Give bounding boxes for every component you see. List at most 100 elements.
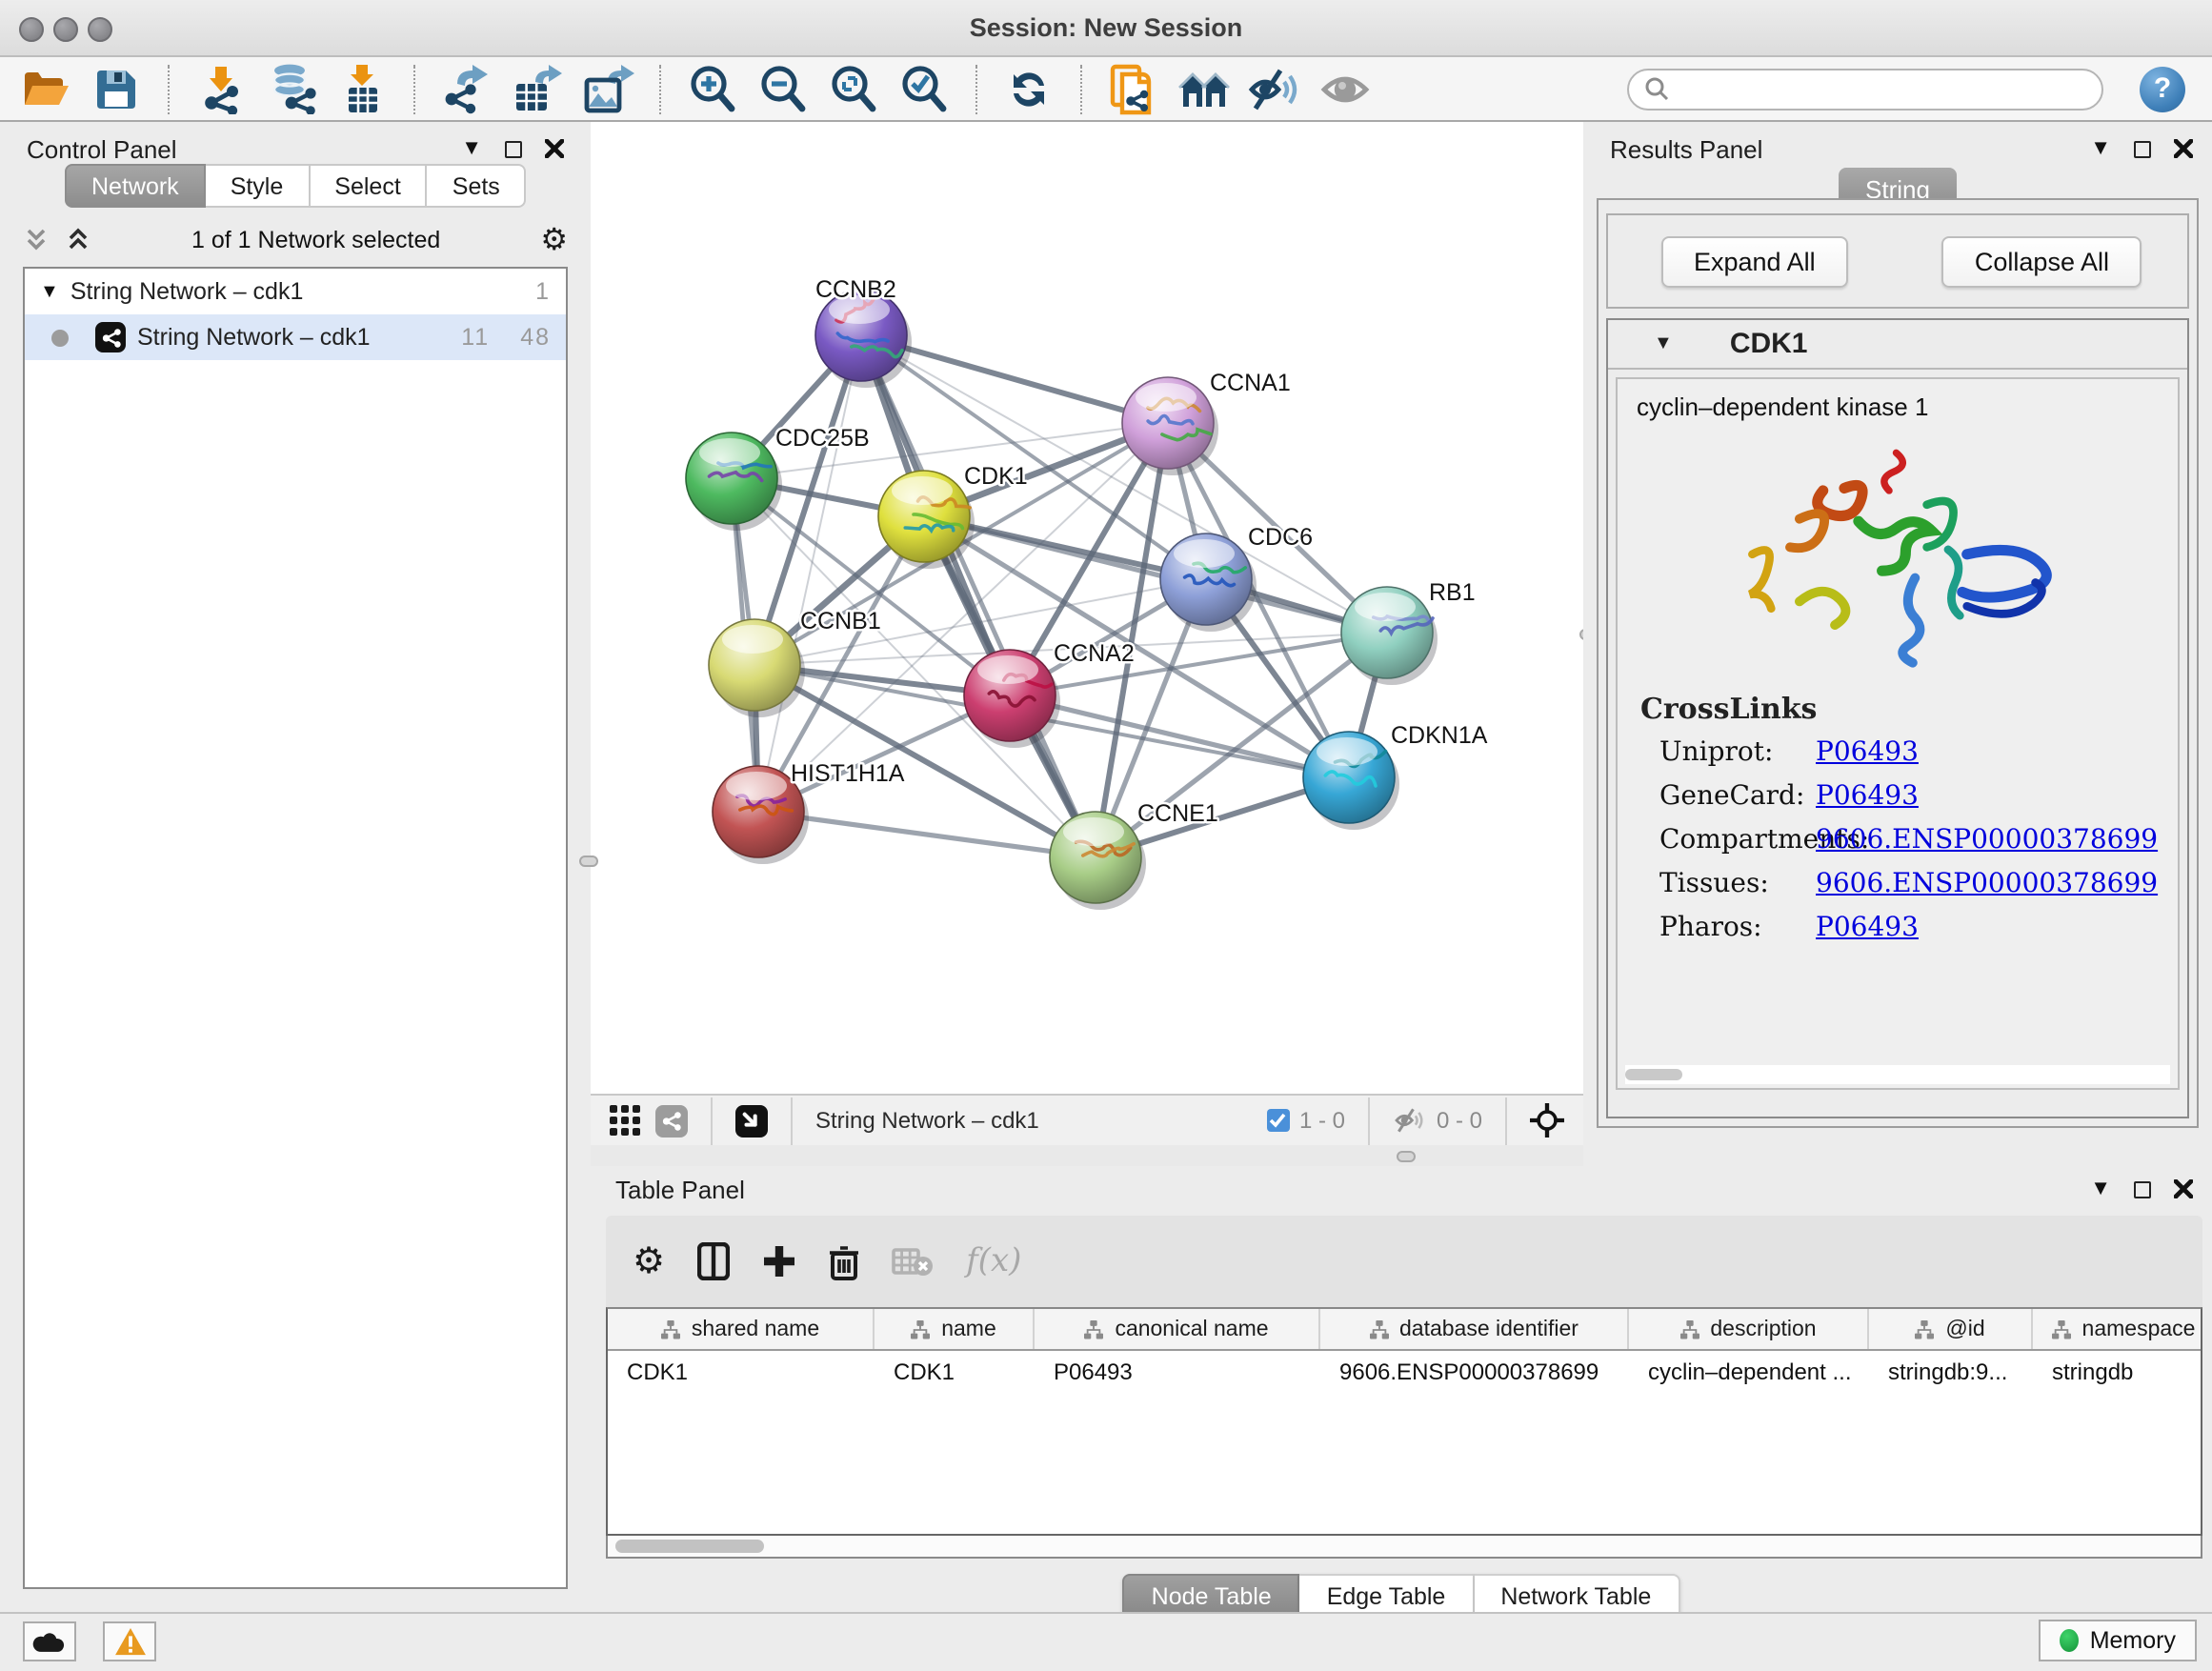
main-toolbar: ?: [0, 57, 2212, 122]
crosslink-row: Pharos:P06493: [1640, 913, 2178, 943]
node-CCNB1[interactable]: CCNB1: [709, 608, 881, 717]
node-count: 11: [461, 324, 490, 351]
hide-glass-button[interactable]: [1248, 62, 1301, 115]
open-session-button[interactable]: [19, 62, 72, 115]
left-splitter-handle[interactable]: [579, 856, 598, 867]
network-collection-row[interactable]: ▼ String Network – cdk1 1: [25, 269, 566, 314]
delete-table-icon[interactable]: [892, 1246, 934, 1277]
network-view-toolbar: String Network – cdk1 1 - 0 0 - 0: [591, 1094, 1583, 1145]
results-panel: Results Panel ▼ String Expand All Collap…: [1583, 122, 2212, 1166]
collapse-all-button[interactable]: Collapse All: [1942, 236, 2142, 288]
close-panel-icon[interactable]: [2174, 1179, 2193, 1198]
zoom-in-button[interactable]: [686, 62, 739, 115]
function-builder-button[interactable]: f(x): [966, 1242, 1021, 1280]
expand-all-button[interactable]: Expand All: [1661, 236, 1848, 288]
help-button[interactable]: ?: [2140, 66, 2185, 111]
collapse-arrow-icon[interactable]: ▼: [40, 281, 59, 302]
column-header-@id[interactable]: @id: [1869, 1309, 2033, 1349]
panel-menu-icon[interactable]: ▼: [461, 137, 482, 160]
column-header-canonical-name[interactable]: canonical name: [1035, 1309, 1320, 1349]
toolbar-separator: [659, 64, 661, 113]
selected-checkbox-icon[interactable]: [1267, 1109, 1290, 1132]
show-glass-button[interactable]: [1318, 62, 1372, 115]
hidden-node-edge-counts: 0 - 0: [1437, 1107, 1482, 1134]
grid-view-icon[interactable]: [610, 1105, 640, 1136]
show-columns-icon[interactable]: [697, 1242, 730, 1280]
node-CCNA1[interactable]: CCNA1: [1122, 370, 1291, 475]
bottom-splitter-handle[interactable]: [1397, 1151, 1416, 1162]
refresh-icon: [1006, 66, 1052, 111]
houses-icon: [1177, 68, 1231, 110]
node-label-CDKN1A: CDKN1A: [1391, 722, 1488, 749]
save-session-button[interactable]: [90, 62, 143, 115]
node-CDKN1A[interactable]: CDKN1A: [1303, 722, 1488, 830]
node-CCNE1[interactable]: CCNE1: [1050, 800, 1218, 910]
crosslink-link[interactable]: 9606.ENSP00000378699: [1816, 869, 2158, 899]
network-canvas[interactable]: CCNB2CCNA1CDC25BCDK1CDC6RB1CCNB1CCNA2CDK…: [591, 122, 1583, 1094]
table-scrollbar[interactable]: [606, 1536, 2202, 1559]
toolbar-separator: [791, 1097, 793, 1144]
panel-menu-icon[interactable]: ▼: [2090, 137, 2111, 160]
add-column-icon[interactable]: [762, 1244, 796, 1278]
column-header-name[interactable]: name: [875, 1309, 1035, 1349]
zoom-fit-button[interactable]: [827, 62, 880, 115]
cloud-status-button[interactable]: [23, 1621, 76, 1661]
table-row[interactable]: CDK1CDK1P064939606.ENSP00000378699cyclin…: [608, 1351, 2201, 1393]
column-header-description[interactable]: description: [1629, 1309, 1869, 1349]
string-view-icon[interactable]: [655, 1104, 688, 1137]
column-header-namespace[interactable]: namespace: [2033, 1309, 2212, 1349]
node-HIST1H1A[interactable]: HIST1H1A: [713, 760, 905, 864]
publication-export-button[interactable]: [1107, 62, 1160, 115]
crosslink-link[interactable]: 9606.ENSP00000378699: [1816, 825, 2158, 856]
crosslink-link[interactable]: P06493: [1816, 913, 1919, 943]
tab-network[interactable]: Network: [65, 164, 206, 208]
float-panel-icon[interactable]: [505, 140, 522, 157]
column-header-shared-name[interactable]: shared name: [608, 1309, 875, 1349]
fit-selected-crosshair-icon[interactable]: [1530, 1103, 1564, 1137]
toolbar-separator: [1368, 1097, 1370, 1144]
tab-select[interactable]: Select: [310, 164, 428, 208]
selected-node-edge-counts: 1 - 0: [1299, 1107, 1345, 1134]
panel-menu-icon[interactable]: ▼: [2090, 1178, 2111, 1200]
eye-slash-icon: [1248, 66, 1301, 111]
network-options-gear-icon[interactable]: ⚙: [540, 221, 568, 259]
import-table-button[interactable]: [335, 62, 389, 115]
expand-all-tree-icon[interactable]: [65, 227, 91, 253]
node-RB1[interactable]: RB1: [1341, 579, 1476, 685]
delete-column-icon[interactable]: [829, 1243, 859, 1279]
export-network-button[interactable]: [440, 62, 493, 115]
import-network-from-database-button[interactable]: [265, 62, 318, 115]
import-network-button[interactable]: [194, 62, 248, 115]
eye-icon: [1320, 68, 1370, 110]
tab-sets[interactable]: Sets: [428, 164, 527, 208]
float-panel-icon[interactable]: [2134, 140, 2151, 157]
float-panel-icon[interactable]: [2134, 1180, 2151, 1198]
crosslink-link[interactable]: P06493: [1816, 737, 1919, 768]
toolbar-separator: [1080, 64, 1082, 113]
collapse-all-tree-icon[interactable]: [23, 227, 50, 253]
export-table-button[interactable]: [511, 62, 564, 115]
export-image-button[interactable]: [581, 62, 634, 115]
tab-style[interactable]: Style: [206, 164, 311, 208]
node-label-CCNA1: CCNA1: [1210, 370, 1291, 396]
close-panel-icon[interactable]: [2174, 139, 2193, 158]
crosslink-link[interactable]: P06493: [1816, 781, 1919, 812]
column-tree-icon: [1084, 1319, 1103, 1339]
memory-button[interactable]: Memory: [2039, 1620, 2197, 1661]
results-scrollbar[interactable]: [1625, 1065, 2170, 1084]
column-header-database-identifier[interactable]: database identifier: [1320, 1309, 1629, 1349]
network-row-selected[interactable]: String Network – cdk1 11 48: [25, 314, 566, 360]
string-home-button[interactable]: [1177, 62, 1231, 115]
gene-section-header[interactable]: ▼ CDK1: [1608, 320, 2187, 370]
close-panel-icon[interactable]: [545, 139, 564, 158]
section-collapse-icon[interactable]: ▼: [1654, 333, 1673, 354]
zoom-out-button[interactable]: [756, 62, 810, 115]
warnings-button[interactable]: [103, 1621, 156, 1661]
control-panel: Control Panel ▼ NetworkStyleSelectSets 1…: [0, 122, 591, 1612]
search-input[interactable]: [1627, 68, 2103, 110]
zoom-selected-button[interactable]: [897, 62, 951, 115]
table-options-gear-icon[interactable]: ⚙: [633, 1239, 665, 1283]
node-CDK1[interactable]: CDK1: [878, 463, 1028, 569]
refresh-view-button[interactable]: [1002, 62, 1056, 115]
birdseye-view-icon[interactable]: [735, 1104, 768, 1137]
